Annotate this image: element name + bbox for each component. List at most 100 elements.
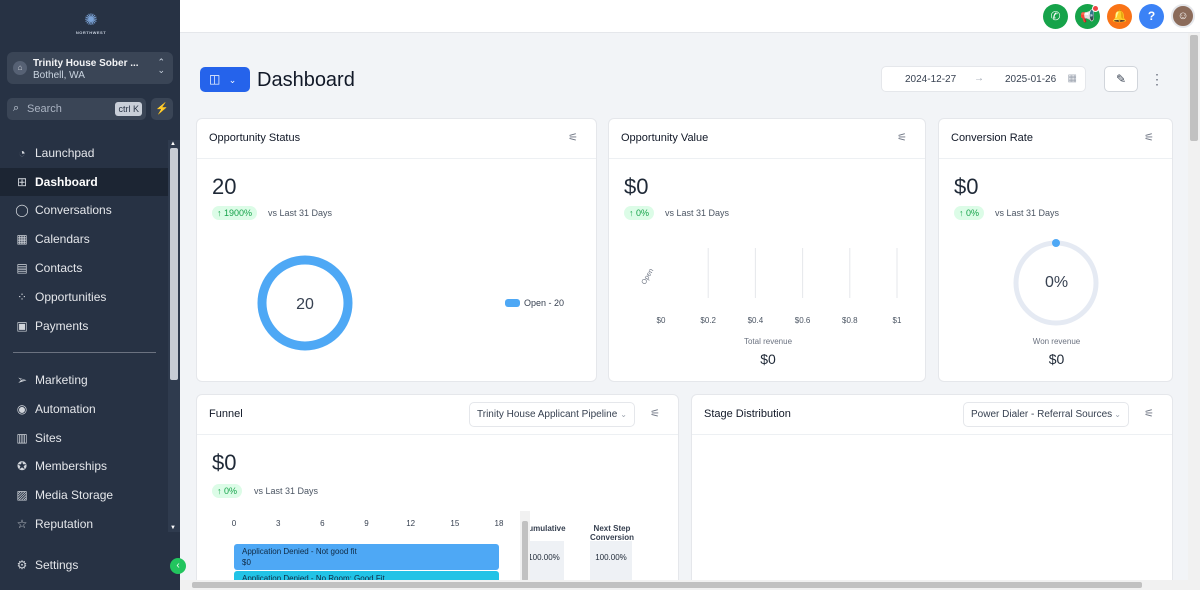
sidebar-item-settings[interactable]: ⚙ Settings bbox=[0, 551, 168, 579]
x-tick-label: $1 bbox=[893, 316, 902, 325]
sidebar-item-marketing[interactable]: ➢ Marketing bbox=[0, 366, 168, 394]
filter-settings-icon[interactable]: ⚟ bbox=[568, 131, 578, 144]
sidebar-item-memberships[interactable]: ✪ Memberships bbox=[0, 452, 168, 480]
sidebar-item-label: Contacts bbox=[35, 261, 83, 275]
pencil-icon: ✎ bbox=[1115, 72, 1127, 86]
card-header: Conversion Rate ⚟ bbox=[939, 119, 1172, 159]
chevron-left-icon: ‹ bbox=[176, 560, 180, 571]
more-options-button[interactable]: ⋮ bbox=[1150, 70, 1164, 88]
sidebar-scrollbar[interactable]: ▲ ▼ bbox=[168, 140, 180, 532]
top-bar: ✆ 📢 🔔 ? ☺ bbox=[180, 0, 1200, 33]
filter-settings-icon[interactable]: ⚟ bbox=[897, 131, 907, 144]
funnel-scroll-thumb[interactable] bbox=[522, 521, 528, 581]
search-icon: ⌕ bbox=[13, 102, 20, 114]
main-vertical-scrollbar[interactable] bbox=[1188, 33, 1200, 590]
sidebar-item-opportunities[interactable]: ⁘ Opportunities bbox=[0, 283, 168, 311]
main-horizontal-scroll-thumb[interactable] bbox=[192, 582, 1142, 588]
next-step-header-line: Next Step bbox=[594, 524, 631, 533]
change-badge: ↑ 0% bbox=[624, 206, 655, 220]
funnel-card: Funnel Trinity House Applicant Pipeline … bbox=[196, 394, 679, 590]
question-icon: ? bbox=[1147, 9, 1156, 23]
change-value: 0% bbox=[224, 486, 238, 496]
search-input[interactable]: ⌕ Search ctrl K bbox=[7, 98, 146, 120]
nav-divider bbox=[13, 352, 156, 353]
filter-settings-icon[interactable]: ⚟ bbox=[650, 407, 660, 420]
sidebar-item-conversations[interactable]: ◯ Conversations bbox=[0, 196, 168, 224]
sidebar-item-sites[interactable]: ▥ Sites bbox=[0, 424, 168, 452]
kebab-menu-icon: ⋮ bbox=[1150, 71, 1164, 87]
location-switcher[interactable]: ⌂ Trinity House Sober ... Bothell, WA ⌃ ⌄ bbox=[7, 52, 173, 84]
chevron-down-icon: ⌄ bbox=[1114, 410, 1121, 419]
filter-settings-icon[interactable]: ⚟ bbox=[1144, 131, 1154, 144]
legend-label[interactable]: Open - 20 bbox=[524, 298, 564, 308]
brand-logo[interactable]: ✺ NORTHWEST bbox=[74, 12, 108, 40]
send-icon: ➢ bbox=[16, 373, 28, 387]
layout-icon: ◫ bbox=[209, 72, 221, 86]
date-range-picker[interactable]: 2024-12-27 → 2025-01-26 ▦ bbox=[881, 66, 1086, 92]
next-step-header-line: Conversion bbox=[590, 533, 634, 542]
phone-button[interactable]: ✆ bbox=[1043, 4, 1068, 29]
card-title: Opportunity Status bbox=[209, 132, 301, 144]
sidebar-item-contacts[interactable]: ▤ Contacts bbox=[0, 254, 168, 282]
x-tick-label: $0 bbox=[657, 316, 666, 325]
image-icon: ▨ bbox=[16, 488, 28, 502]
sidebar-item-calendars[interactable]: ▦ Calendars bbox=[0, 225, 168, 253]
sidebar-item-dashboard[interactable]: ⊞ Dashboard bbox=[0, 168, 168, 196]
location-pin-icon: ⌂ bbox=[13, 61, 27, 75]
metric-value: $0 bbox=[954, 174, 979, 199]
card-title: Opportunity Value bbox=[621, 132, 709, 144]
edit-dashboard-button[interactable]: ✎ bbox=[1104, 66, 1138, 92]
phone-icon: ✆ bbox=[1050, 9, 1061, 23]
total-revenue-label: Total revenue bbox=[743, 337, 793, 346]
sites-icon: ▥ bbox=[16, 431, 28, 445]
scroll-up-icon: ▲ bbox=[170, 141, 176, 147]
search-placeholder: Search bbox=[27, 103, 62, 115]
sidebar-item-label: Media Storage bbox=[35, 488, 114, 502]
card-title: Funnel bbox=[209, 408, 243, 420]
conversion-rate-card: Conversion Rate ⚟ $0 ↑ 0% vs Last 31 Day… bbox=[938, 118, 1173, 382]
filter-settings-icon[interactable]: ⚟ bbox=[1144, 407, 1154, 420]
calendar-icon: ▦ bbox=[16, 232, 28, 246]
sidebar-item-label: Settings bbox=[35, 558, 79, 572]
quick-action-button[interactable]: ⚡ bbox=[151, 98, 173, 120]
metric-value: $0 bbox=[624, 174, 649, 199]
logo-wordmark: NORTHWEST bbox=[75, 30, 107, 35]
sidebar-item-label: Automation bbox=[35, 402, 96, 416]
sidebar-item-automation[interactable]: ◉ Automation bbox=[0, 395, 168, 423]
card-header: Opportunity Value ⚟ bbox=[609, 119, 925, 159]
sidebar-item-launchpad[interactable]: ◔ Launchpad bbox=[0, 139, 168, 167]
x-tick-label: 18 bbox=[495, 519, 504, 528]
x-tick-label: $0.4 bbox=[748, 316, 764, 325]
main-horizontal-scrollbar[interactable] bbox=[180, 580, 1188, 590]
x-tick-label: 0 bbox=[232, 519, 237, 528]
won-revenue-value: $0 bbox=[1048, 351, 1065, 367]
membership-icon: ✪ bbox=[16, 459, 28, 473]
help-button[interactable]: ? bbox=[1139, 4, 1164, 29]
x-tick-label: 9 bbox=[364, 519, 369, 528]
collapse-sidebar-button[interactable]: ‹ bbox=[170, 558, 186, 574]
gauge-indicator bbox=[1052, 239, 1060, 247]
chevron-up-down-icon: ⌃ ⌄ bbox=[157, 57, 165, 75]
notifications-button[interactable]: 🔔 bbox=[1107, 4, 1132, 29]
metric-value: $0 bbox=[212, 450, 237, 475]
funnel-pipeline-select[interactable]: Trinity House Applicant Pipeline ⌄ bbox=[469, 402, 635, 427]
x-tick-label: 6 bbox=[320, 519, 325, 528]
sidebar-item-reputation[interactable]: ☆ Reputation bbox=[0, 510, 168, 538]
sidebar-item-label: Memberships bbox=[35, 459, 108, 473]
comparison-label: vs Last 31 Days bbox=[268, 208, 333, 218]
stage-pipeline-select[interactable]: Power Dialer - Referral Sources ⌄ bbox=[963, 402, 1129, 427]
dashboard-switcher-button[interactable]: ◫ ⌄ bbox=[200, 67, 250, 92]
funnel-scrollbar[interactable] bbox=[520, 511, 530, 589]
x-tick-label: 3 bbox=[276, 519, 281, 528]
sidebar-item-label: Calendars bbox=[35, 232, 90, 246]
announcements-button[interactable]: 📢 bbox=[1075, 4, 1100, 29]
avatar[interactable]: ☺ bbox=[1171, 4, 1195, 28]
sidebar-item-payments[interactable]: ▣ Payments bbox=[0, 312, 168, 340]
sidebar-scroll-thumb[interactable] bbox=[170, 148, 178, 380]
sidebar-item-label: Dashboard bbox=[35, 175, 98, 189]
sidebar-item-media-storage[interactable]: ▨ Media Storage bbox=[0, 481, 168, 509]
date-end: 2025-01-26 bbox=[1005, 74, 1057, 85]
card-title: Stage Distribution bbox=[704, 408, 791, 420]
main-vertical-scroll-thumb[interactable] bbox=[1190, 35, 1198, 141]
sidebar-item-label: Opportunities bbox=[35, 290, 107, 304]
